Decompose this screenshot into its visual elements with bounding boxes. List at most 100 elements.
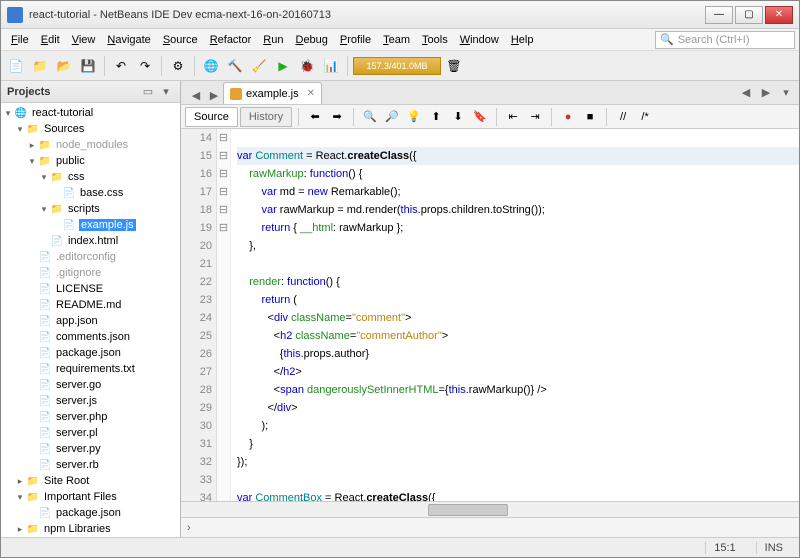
editor-breadcrumb[interactable]: ›: [181, 517, 799, 537]
code-editor[interactable]: 1415161718192021222324252627282930313233…: [181, 129, 799, 501]
comment-icon[interactable]: //: [613, 107, 633, 127]
menubar: FileEditViewNavigateSourceRefactorRunDeb…: [1, 29, 799, 51]
menu-team[interactable]: Team: [377, 32, 416, 48]
tab-close-icon[interactable]: ✕: [307, 88, 315, 99]
fold-gutter[interactable]: ⊟⊟⊟⊟⊟⊟: [217, 129, 231, 501]
run-button[interactable]: ▶: [272, 55, 294, 77]
shift-right-icon[interactable]: ⇥: [525, 107, 545, 127]
chrome-icon[interactable]: 🌐: [200, 55, 222, 77]
tree-npm-libs[interactable]: ▸📁npm Libraries: [1, 521, 180, 537]
tree-app-json[interactable]: 📄app.json: [1, 313, 180, 329]
tab-nav-back[interactable]: ◀: [187, 86, 205, 104]
scrollbar-thumb[interactable]: [428, 504, 508, 516]
menu-profile[interactable]: Profile: [334, 32, 377, 48]
maximize-button[interactable]: ▢: [735, 6, 763, 24]
prev-bookmark-icon[interactable]: ⬆: [426, 107, 446, 127]
nav-back-icon[interactable]: ⬅: [305, 107, 325, 127]
new-file-button[interactable]: 📄: [5, 55, 27, 77]
tree-css-folder[interactable]: ▾📁css: [1, 169, 180, 185]
stop-macro-icon[interactable]: ■: [580, 107, 600, 127]
open-button[interactable]: 📂: [53, 55, 75, 77]
tree-base-css[interactable]: 📄base.css: [1, 185, 180, 201]
nav-fwd-icon[interactable]: ➡: [327, 107, 347, 127]
source-view-tab[interactable]: Source: [185, 107, 238, 127]
menu-help[interactable]: Help: [505, 32, 540, 48]
profile-button[interactable]: 📊: [320, 55, 342, 77]
find-prev-icon[interactable]: 🔎: [382, 107, 402, 127]
editor-area: ◀ ▶ example.js ✕ ◀ ▶ ▾ Source History ⬅ …: [181, 81, 799, 537]
run-config-button[interactable]: ⚙: [167, 55, 189, 77]
shift-left-icon[interactable]: ⇤: [503, 107, 523, 127]
horizontal-scrollbar[interactable]: [181, 501, 799, 517]
code-content[interactable]: var Comment = React.createClass({ rawMar…: [231, 129, 799, 501]
close-button[interactable]: ✕: [765, 6, 793, 24]
tree-server-js[interactable]: 📄server.js: [1, 393, 180, 409]
tree-sources[interactable]: ▾📁Sources: [1, 121, 180, 137]
menu-view[interactable]: View: [66, 32, 102, 48]
editor-tab-example[interactable]: example.js ✕: [223, 82, 322, 104]
tree-readme[interactable]: 📄README.md: [1, 297, 180, 313]
tab-scroll-right[interactable]: ▶: [757, 83, 775, 101]
tree-package-json[interactable]: 📄package.json: [1, 345, 180, 361]
project-tree[interactable]: ▾🌐react-tutorial ▾📁Sources ▸📁node_module…: [1, 103, 180, 537]
menu-window[interactable]: Window: [454, 32, 505, 48]
tab-nav-fwd[interactable]: ▶: [205, 86, 223, 104]
breadcrumb-separator-icon: ›: [187, 522, 191, 534]
tree-server-php[interactable]: 📄server.php: [1, 409, 180, 425]
tree-package-json-2[interactable]: 📄package.json: [1, 505, 180, 521]
menu-tools[interactable]: Tools: [416, 32, 454, 48]
tree-project-root[interactable]: ▾🌐react-tutorial: [1, 105, 180, 121]
tree-server-pl[interactable]: 📄server.pl: [1, 425, 180, 441]
clean-build-button[interactable]: 🧹: [248, 55, 270, 77]
menu-edit[interactable]: Edit: [35, 32, 66, 48]
start-macro-icon[interactable]: ●: [558, 107, 578, 127]
menu-refactor[interactable]: Refactor: [204, 32, 258, 48]
tree-public[interactable]: ▾📁public: [1, 153, 180, 169]
gc-button[interactable]: 🗑: [443, 55, 465, 77]
line-number-gutter[interactable]: 1415161718192021222324252627282930313233…: [181, 129, 217, 501]
tree-important-files[interactable]: ▾📁Important Files: [1, 489, 180, 505]
redo-button[interactable]: ↷: [134, 55, 156, 77]
menu-debug[interactable]: Debug: [289, 32, 333, 48]
minimize-button[interactable]: —: [705, 6, 733, 24]
tree-site-root[interactable]: ▸📁Site Root: [1, 473, 180, 489]
cursor-position: 15:1: [705, 542, 743, 554]
panel-minimize-icon[interactable]: ▭: [140, 84, 156, 100]
menu-run[interactable]: Run: [257, 32, 289, 48]
tree-node-modules[interactable]: ▸📁node_modules: [1, 137, 180, 153]
uncomment-icon[interactable]: /*: [635, 107, 655, 127]
new-project-button[interactable]: 📁: [29, 55, 51, 77]
tree-index-html[interactable]: 📄index.html: [1, 233, 180, 249]
tree-gitignore[interactable]: 📄.gitignore: [1, 265, 180, 281]
main-toolbar: 📄 📁 📂 💾 ↶ ↷ ⚙ 🌐 🔨 🧹 ▶ 🐞 📊 157.3/401.0MB …: [1, 51, 799, 81]
tree-example-js[interactable]: 📄example.js: [1, 217, 180, 233]
menu-navigate[interactable]: Navigate: [101, 32, 156, 48]
tree-scripts-folder[interactable]: ▾📁scripts: [1, 201, 180, 217]
js-file-icon: [230, 88, 242, 100]
tree-server-go[interactable]: 📄server.go: [1, 377, 180, 393]
menu-source[interactable]: Source: [157, 32, 204, 48]
tree-comments-json[interactable]: 📄comments.json: [1, 329, 180, 345]
search-input[interactable]: 🔍 Search (Ctrl+I): [655, 31, 795, 49]
tree-server-rb[interactable]: 📄server.rb: [1, 457, 180, 473]
toggle-highlight-icon[interactable]: 💡: [404, 107, 424, 127]
build-button[interactable]: 🔨: [224, 55, 246, 77]
panel-menu-icon[interactable]: ▾: [158, 84, 174, 100]
tree-requirements[interactable]: 📄requirements.txt: [1, 361, 180, 377]
tree-editorconfig[interactable]: 📄.editorconfig: [1, 249, 180, 265]
memory-indicator[interactable]: 157.3/401.0MB: [353, 57, 441, 75]
editor-tabstrip: ◀ ▶ example.js ✕ ◀ ▶ ▾: [181, 81, 799, 105]
save-all-button[interactable]: 💾: [77, 55, 99, 77]
debug-button[interactable]: 🐞: [296, 55, 318, 77]
find-selection-icon[interactable]: 🔍: [360, 107, 380, 127]
tab-list-button[interactable]: ▾: [777, 83, 795, 101]
projects-panel: Projects ▭ ▾ ▾🌐react-tutorial ▾📁Sources …: [1, 81, 181, 537]
tab-scroll-left[interactable]: ◀: [737, 83, 755, 101]
tree-license[interactable]: 📄LICENSE: [1, 281, 180, 297]
history-view-tab[interactable]: History: [240, 107, 292, 127]
toggle-bookmark-icon[interactable]: 🔖: [470, 107, 490, 127]
next-bookmark-icon[interactable]: ⬇: [448, 107, 468, 127]
menu-file[interactable]: File: [5, 32, 35, 48]
tree-server-py[interactable]: 📄server.py: [1, 441, 180, 457]
undo-button[interactable]: ↶: [110, 55, 132, 77]
